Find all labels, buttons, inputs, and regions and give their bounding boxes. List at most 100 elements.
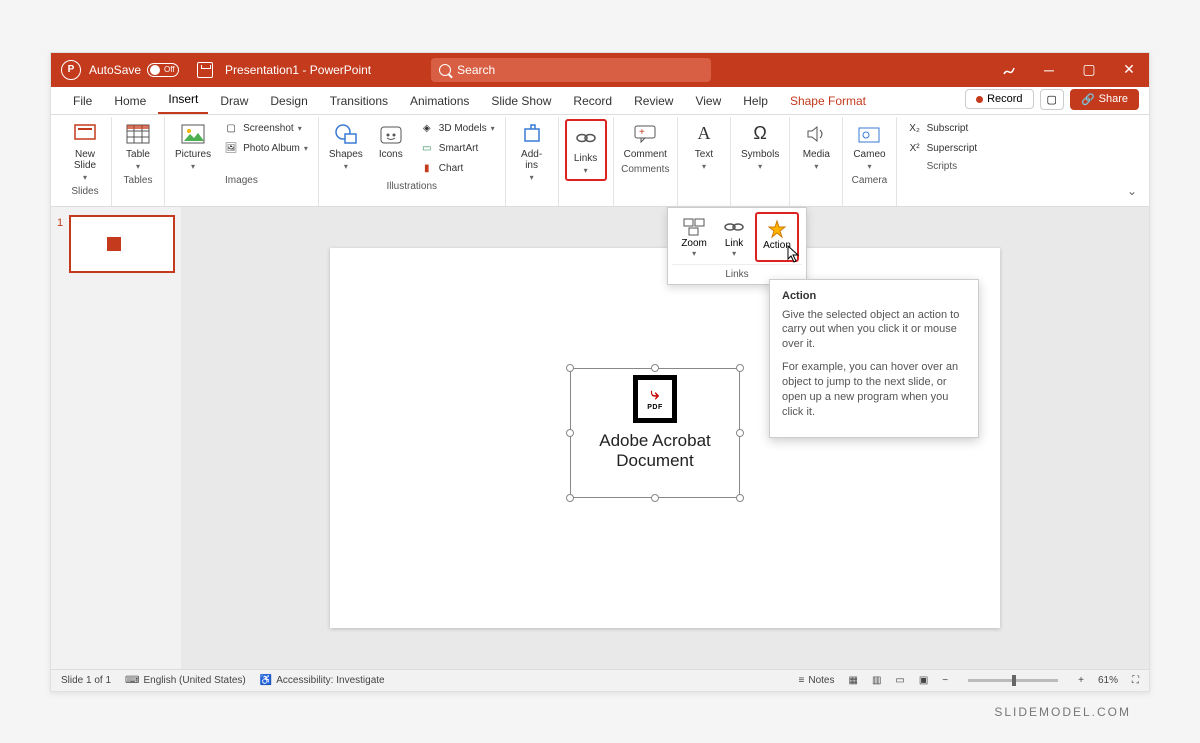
resize-handle[interactable] bbox=[736, 364, 744, 372]
tab-animations[interactable]: Animations bbox=[400, 88, 479, 114]
screenshot-button[interactable]: ▢Screenshot ▾ bbox=[219, 119, 312, 139]
slideshow-view-button[interactable]: ▣ bbox=[919, 675, 928, 686]
tab-design[interactable]: Design bbox=[260, 88, 317, 114]
language-button[interactable]: ⌨English (United States) bbox=[125, 675, 246, 686]
normal-view-button[interactable]: ▦ bbox=[848, 675, 857, 686]
zoom-in-button[interactable]: + bbox=[1078, 675, 1084, 686]
search-icon bbox=[439, 64, 451, 76]
smartart-button[interactable]: ▭SmartArt bbox=[415, 139, 499, 159]
tab-home[interactable]: Home bbox=[104, 88, 156, 114]
selected-object[interactable]: ⤷PDF Adobe Acrobat Document bbox=[570, 368, 740, 498]
present-button[interactable]: ▢ bbox=[1040, 89, 1064, 110]
superscript-button[interactable]: X²Superscript bbox=[903, 139, 982, 159]
comment-button[interactable]: + Comment bbox=[620, 119, 671, 162]
notes-button[interactable]: ≡Notes bbox=[799, 675, 835, 686]
search-input[interactable]: Search bbox=[431, 58, 711, 82]
object-caption: Adobe Acrobat Document bbox=[571, 431, 739, 472]
new-slide-button[interactable]: New Slide▾ bbox=[65, 119, 105, 184]
addins-icon bbox=[519, 121, 545, 147]
shapes-icon bbox=[333, 121, 359, 147]
group-text: AText▾ bbox=[678, 117, 731, 206]
omega-icon: Ω bbox=[747, 121, 773, 147]
workspace: 1 ⤷PDF Adobe Acrobat Docum bbox=[51, 207, 1149, 669]
action-star-icon bbox=[766, 218, 788, 240]
tab-view[interactable]: View bbox=[685, 88, 731, 114]
share-button[interactable]: 🔗 Share bbox=[1070, 89, 1139, 110]
slide-thumbnail-1[interactable]: 1 bbox=[69, 215, 175, 273]
text-button[interactable]: AText▾ bbox=[684, 119, 724, 173]
cameo-icon bbox=[856, 121, 882, 147]
subscript-button[interactable]: X₂Subscript bbox=[903, 119, 982, 139]
accessibility-button[interactable]: ♿Accessibility: Investigate bbox=[260, 675, 385, 686]
zoom-out-button[interactable]: − bbox=[942, 675, 948, 686]
minimize-button[interactable]: ─ bbox=[1029, 53, 1069, 87]
group-symbols: ΩSymbols▾ bbox=[731, 117, 790, 206]
tab-help[interactable]: Help bbox=[733, 88, 778, 114]
pictures-button[interactable]: Pictures▾ bbox=[171, 119, 215, 173]
app-window: P AutoSave Off Presentation1 - PowerPoin… bbox=[50, 52, 1150, 692]
superscript-icon: X² bbox=[907, 141, 923, 157]
tab-shape-format[interactable]: Shape Format bbox=[780, 88, 876, 114]
statusbar: Slide 1 of 1 ⌨English (United States) ♿A… bbox=[51, 669, 1149, 691]
pictures-icon bbox=[180, 121, 206, 147]
save-icon[interactable] bbox=[197, 62, 213, 78]
tab-review[interactable]: Review bbox=[624, 88, 683, 114]
link-icon bbox=[723, 216, 745, 238]
resize-handle[interactable] bbox=[566, 494, 574, 502]
mic-icon[interactable] bbox=[989, 53, 1029, 87]
group-addins: Add- ins▾ bbox=[506, 117, 559, 206]
collapse-ribbon-button[interactable]: ⌄ bbox=[1127, 184, 1137, 198]
ribbon-tabs: File Home Insert Draw Design Transitions… bbox=[51, 87, 1149, 115]
symbols-button[interactable]: ΩSymbols▾ bbox=[737, 119, 783, 173]
link-icon bbox=[573, 125, 599, 151]
tab-draw[interactable]: Draw bbox=[210, 88, 258, 114]
maximize-button[interactable]: ▢ bbox=[1069, 53, 1109, 87]
text-icon: A bbox=[691, 121, 717, 147]
chart-icon: ▮ bbox=[419, 161, 435, 177]
smartart-icon: ▭ bbox=[419, 141, 435, 157]
tab-insert[interactable]: Insert bbox=[158, 86, 208, 114]
thumbnail-pane[interactable]: 1 bbox=[51, 207, 181, 669]
sorter-view-button[interactable]: ▥ bbox=[872, 675, 881, 686]
toggle-switch[interactable]: Off bbox=[147, 63, 179, 77]
link-button[interactable]: Link▾ bbox=[715, 212, 753, 262]
resize-handle[interactable] bbox=[651, 364, 659, 372]
slide-counter[interactable]: Slide 1 of 1 bbox=[61, 675, 111, 686]
group-scripts: X₂Subscript X²Superscript Scripts bbox=[897, 117, 988, 206]
zoom-percent[interactable]: 61% bbox=[1098, 675, 1118, 686]
media-button[interactable]: Media▾ bbox=[796, 119, 836, 173]
group-images: Pictures▾ ▢Screenshot ▾ 🖼Photo Album ▾ I… bbox=[165, 117, 319, 206]
close-button[interactable]: ✕ bbox=[1109, 53, 1149, 87]
speaker-icon bbox=[803, 121, 829, 147]
table-button[interactable]: Table▾ bbox=[118, 119, 158, 173]
tab-slideshow[interactable]: Slide Show bbox=[481, 88, 561, 114]
titlebar: P AutoSave Off Presentation1 - PowerPoin… bbox=[51, 53, 1149, 87]
reading-view-button[interactable]: ▭ bbox=[895, 675, 904, 686]
shapes-button[interactable]: Shapes▾ bbox=[325, 119, 367, 173]
resize-handle[interactable] bbox=[651, 494, 659, 502]
icons-button[interactable]: Icons bbox=[371, 119, 411, 162]
cameo-button[interactable]: Cameo▾ bbox=[849, 119, 889, 173]
document-title: Presentation1 - PowerPoint bbox=[225, 63, 371, 77]
comment-icon: + bbox=[632, 121, 658, 147]
zoom-slider[interactable] bbox=[968, 679, 1058, 682]
zoom-button[interactable]: Zoom▾ bbox=[675, 212, 713, 262]
tab-record[interactable]: Record bbox=[563, 88, 622, 114]
group-tables: Table▾ Tables bbox=[112, 117, 165, 206]
resize-handle[interactable] bbox=[566, 364, 574, 372]
tab-file[interactable]: File bbox=[63, 88, 102, 114]
fit-window-button[interactable]: ⛶ bbox=[1132, 675, 1139, 686]
photo-album-button[interactable]: 🖼Photo Album ▾ bbox=[219, 139, 312, 159]
addins-button[interactable]: Add- ins▾ bbox=[512, 119, 552, 184]
new-slide-icon bbox=[72, 121, 98, 147]
tab-transitions[interactable]: Transitions bbox=[320, 88, 398, 114]
record-button[interactable]: Record bbox=[965, 89, 1033, 109]
autosave-toggle[interactable]: AutoSave Off bbox=[89, 63, 179, 77]
ribbon: New Slide▾ Slides Table▾ Tables Pictures… bbox=[51, 115, 1149, 207]
links-button[interactable]: Links▾ bbox=[565, 119, 607, 181]
chart-button[interactable]: ▮Chart bbox=[415, 159, 499, 179]
resize-handle[interactable] bbox=[736, 494, 744, 502]
3d-models-button[interactable]: ◈3D Models ▾ bbox=[415, 119, 499, 139]
group-links: Links▾ bbox=[559, 117, 614, 206]
screenshot-icon: ▢ bbox=[223, 121, 239, 137]
